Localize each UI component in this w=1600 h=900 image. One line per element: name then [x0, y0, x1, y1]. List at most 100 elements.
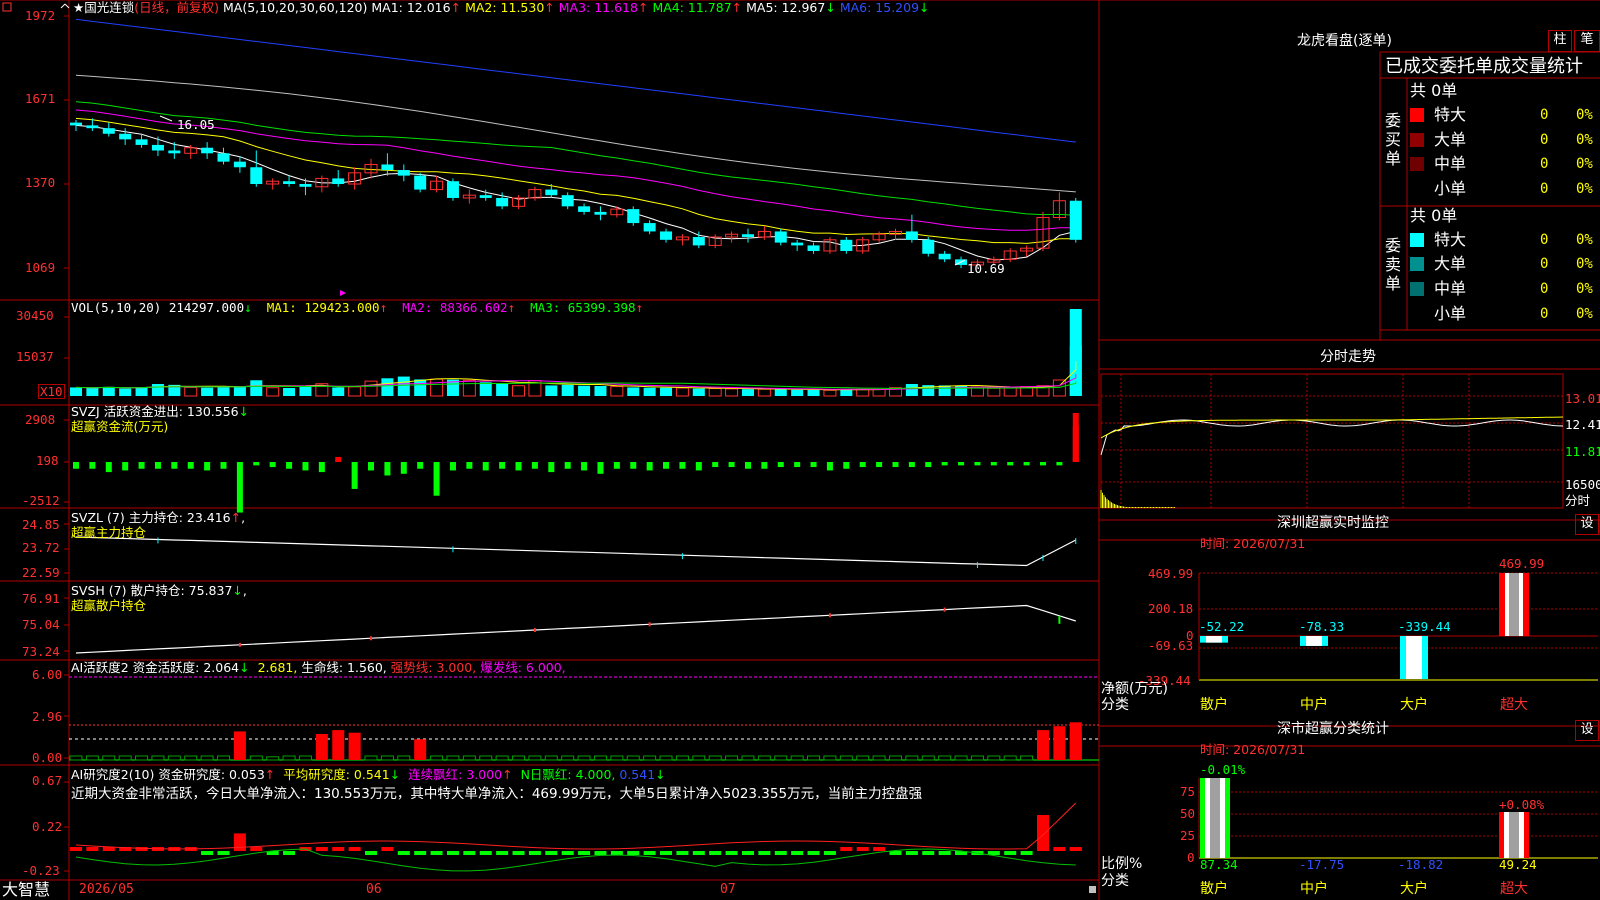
candle-down — [938, 253, 951, 260]
research-bar — [397, 851, 410, 855]
svzl-tick-1: 24.85 — [22, 517, 60, 532]
fundflow-bar — [1072, 457, 1079, 462]
activity-bar — [626, 755, 640, 761]
candle-down — [86, 125, 99, 129]
ma4-value: MA4: 11.787 — [652, 0, 732, 15]
fs-tick-3: 11.81 — [1565, 444, 1600, 459]
vol-unit[interactable]: X10 — [38, 384, 65, 399]
fundflow-bar — [466, 462, 473, 469]
candle-down — [594, 211, 607, 215]
stock-name[interactable]: 国光连锁 — [84, 0, 134, 15]
fundflow-bar — [548, 462, 555, 473]
aihy-tick-1: 6.00 — [32, 667, 63, 682]
vol-ma2-arrow: ↑ — [507, 300, 516, 315]
svzl-tick-3: 22.59 — [22, 565, 60, 580]
fl-title: 深市超赢分类统计 — [1277, 721, 1389, 737]
svsh-tick-1: 76.91 — [22, 591, 60, 606]
activity-bar — [512, 755, 526, 761]
research-bar — [217, 851, 230, 855]
vol-ma1-arrow: ↑ — [379, 300, 388, 315]
svsh-sub: 超赢散户持仓 — [71, 598, 147, 613]
fundflow-bar — [843, 462, 850, 469]
ma6-arrow: ↓ — [919, 0, 930, 15]
research-bar — [414, 851, 427, 855]
volume-bar — [627, 387, 640, 396]
activity-bar — [872, 755, 886, 761]
research-bar — [660, 851, 673, 855]
aihy-title: AI活跃度2 资金活跃度: 2.064 — [71, 660, 240, 675]
sell-m-pct: 0% — [1576, 281, 1593, 297]
fundflow-bar — [482, 462, 489, 471]
buy-xl-label: 特大 — [1434, 105, 1467, 124]
research-bar — [594, 851, 607, 855]
volume-bar — [725, 388, 739, 397]
activity-bar — [1003, 755, 1017, 761]
ma3-arrow: ↑ — [637, 0, 649, 15]
buy-s-value: 0 — [1540, 181, 1549, 197]
fundflow-bar — [1039, 462, 1046, 466]
fundflow-bar — [1072, 426, 1079, 462]
chart-canvas[interactable] — [0, 0, 1600, 900]
candle-down — [151, 144, 164, 151]
volume-bar — [1069, 346, 1082, 396]
sz-val-2: -78.33 — [1299, 619, 1345, 634]
activity-bar — [593, 755, 607, 761]
tick-mode-button[interactable]: 笔 — [1574, 30, 1600, 52]
fundflow-bar — [187, 462, 194, 469]
fundflow-bar — [941, 462, 948, 466]
candle-down — [446, 181, 459, 198]
vol-value: 214297.000 — [168, 300, 245, 315]
volume-bar — [987, 387, 1001, 397]
candle-down — [397, 170, 410, 176]
ma3-value: MA3: 11.618 — [558, 0, 638, 15]
activity-bar — [167, 755, 181, 761]
fundflow-bar — [728, 462, 735, 468]
aiyj-comment: 近期大资金非常活跃，今日大单净流入：130.553万元，其中特大单净流入：469… — [71, 786, 923, 802]
ma2-arrow: ↑ — [544, 0, 555, 15]
activity-bar — [479, 755, 493, 761]
svsh-title: 散户持仓: 75.837 — [130, 583, 233, 598]
fundflow-bar — [810, 462, 817, 468]
activity-bar — [938, 755, 952, 761]
fl-top-1: -0.01% — [1200, 762, 1246, 777]
activity-bar — [430, 755, 444, 761]
fundflow-bar — [286, 462, 293, 469]
lh-title: 龙虎看盘(逐单) — [1297, 33, 1392, 49]
activity-bar — [987, 755, 1001, 761]
fundflow-bar — [581, 462, 588, 471]
sell-xl-pct: 0% — [1576, 232, 1593, 248]
fundflow-bar — [400, 462, 407, 474]
research-bar — [430, 851, 443, 855]
sz-net-label: 净额(万元) — [1101, 681, 1168, 697]
activity-bar — [332, 730, 345, 760]
sell-m-swatch — [1410, 282, 1424, 296]
volume-bar — [1003, 387, 1017, 397]
fl-settings-button[interactable]: 设 — [1575, 720, 1599, 741]
activity-bar — [659, 755, 673, 761]
research-bar — [381, 847, 394, 851]
menu-icon — [2, 2, 12, 12]
ma5-line — [75, 124, 1076, 261]
candle-down — [414, 175, 427, 190]
fundflow-bar — [974, 462, 981, 466]
activity-bar — [921, 755, 935, 761]
fundflow-bar — [384, 462, 391, 476]
ma60-line — [75, 74, 1076, 193]
research-bar — [315, 847, 328, 851]
activity-bar — [266, 756, 280, 761]
buy-s-pct: 0% — [1576, 181, 1593, 197]
vol-ma3: MA3: 65399.398 — [530, 300, 636, 315]
fundflow-bar — [925, 462, 932, 468]
activity-bar — [462, 755, 476, 761]
volume-bar — [675, 387, 689, 397]
activity-bar — [249, 755, 263, 761]
research-bar — [643, 851, 656, 855]
column-mode-button[interactable]: 柱 — [1548, 30, 1572, 52]
sell-m-label: 中单 — [1434, 279, 1467, 298]
period-label[interactable]: (日线，前复权) — [134, 0, 219, 15]
fundflow-bar — [318, 462, 325, 473]
sz-settings-button[interactable]: 设 — [1575, 514, 1599, 535]
aiyj-v3: 连续飘红: 3.000 — [408, 767, 503, 782]
research-bar — [496, 851, 509, 855]
activity-bar — [643, 755, 657, 761]
